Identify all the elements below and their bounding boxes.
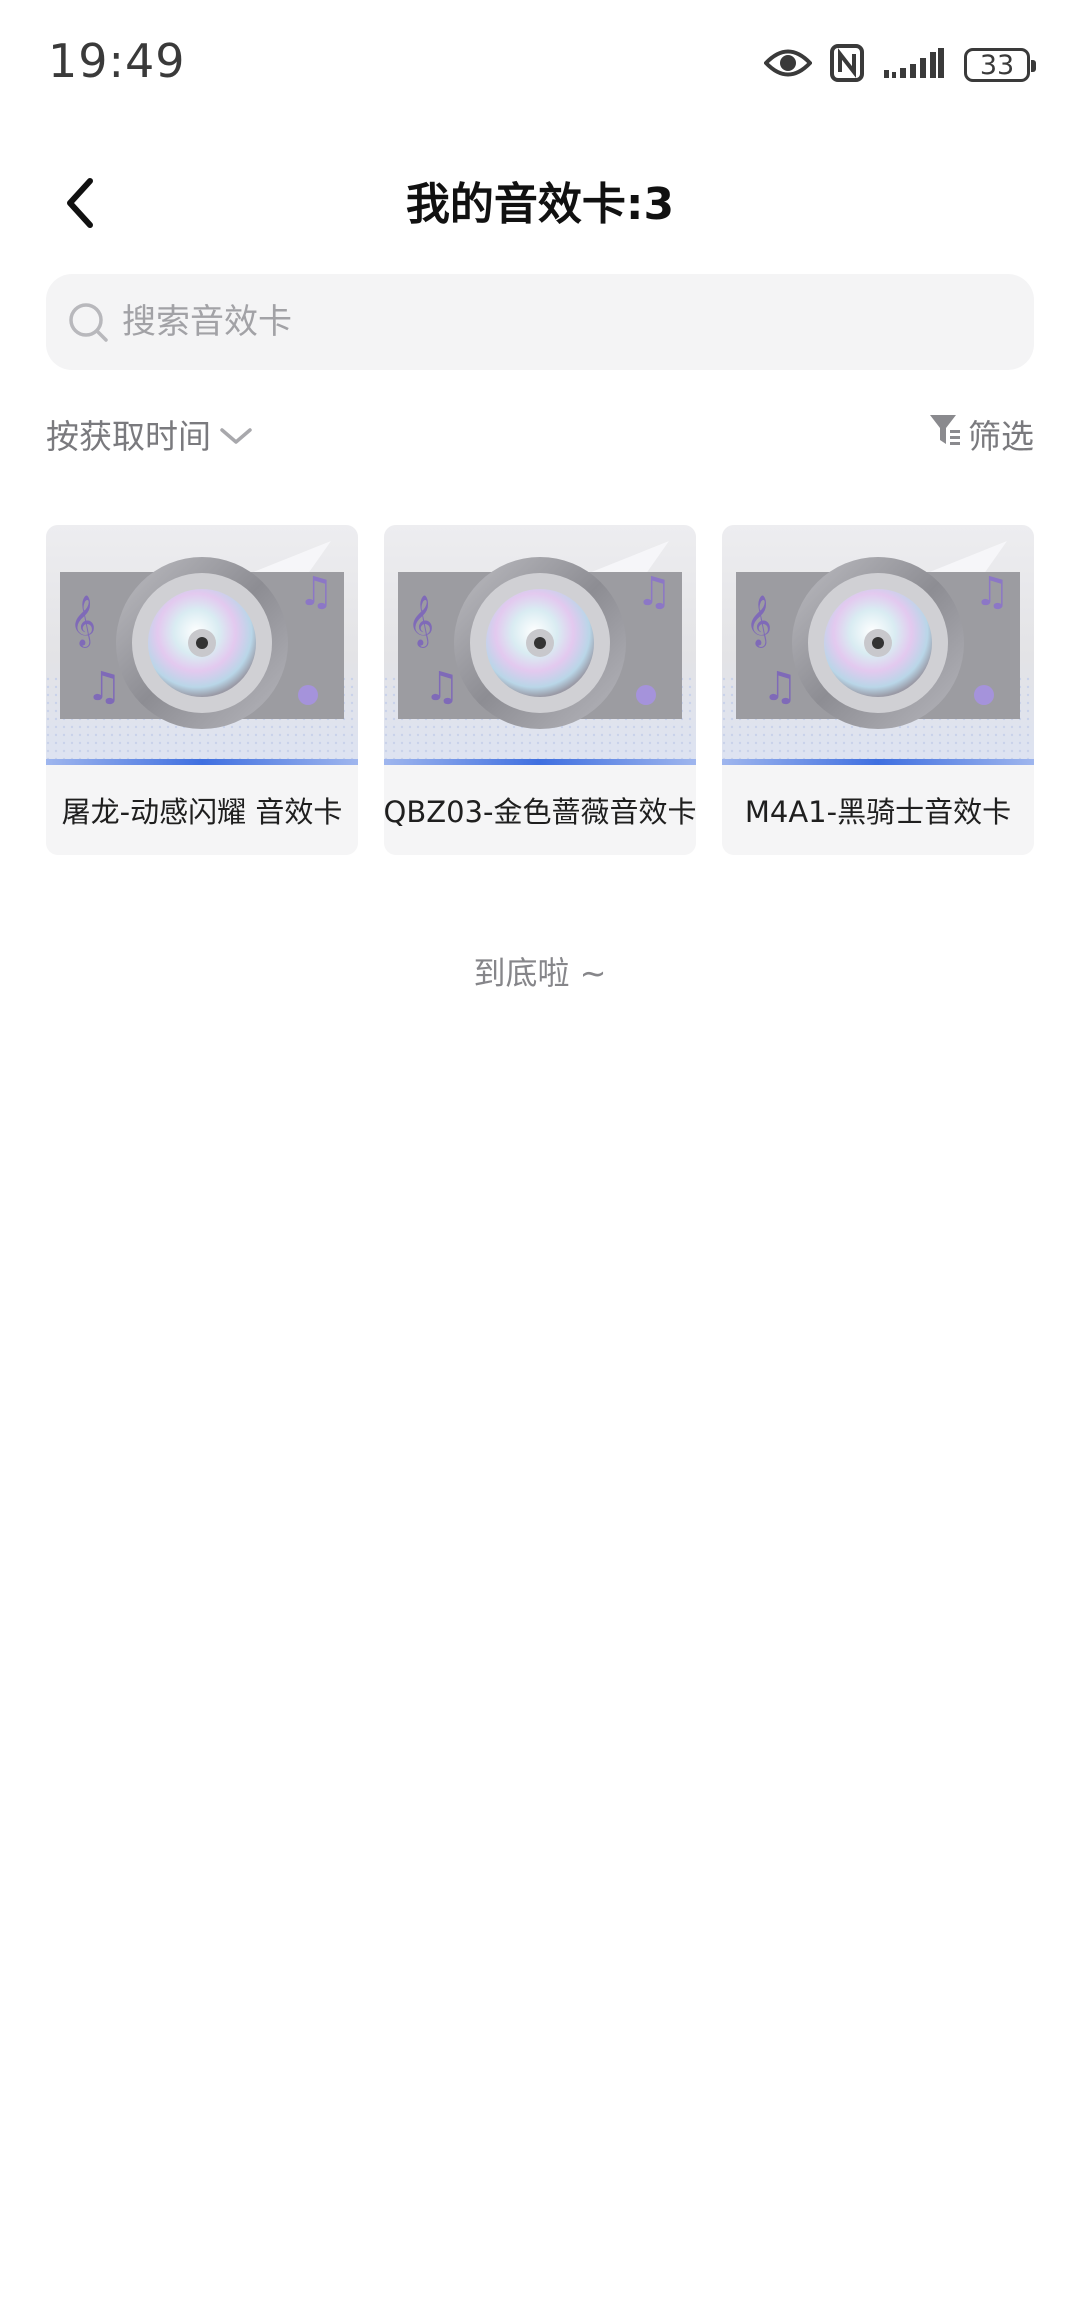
status-bar: 19:49 33 <box>0 0 1080 130</box>
chevron-down-icon <box>211 415 253 454</box>
status-time: 19:49 <box>48 34 186 88</box>
battery-level: 33 <box>979 49 1015 81</box>
nfc-icon <box>830 44 864 86</box>
filter-button[interactable]: 筛选 <box>928 410 1034 458</box>
sort-dropdown[interactable]: 按获取时间 <box>46 410 253 458</box>
svg-text:𝄞: 𝄞 <box>408 595 434 648</box>
sound-card[interactable]: 𝄞 ♫ ♫ M4A1-黑骑士音效卡 <box>722 525 1034 855</box>
end-of-list-text: 到底啦 ~ <box>473 954 607 992</box>
sound-card[interactable]: 𝄞 ♫ ♫ QBZ03-金色蔷薇音效卡 <box>384 525 696 855</box>
search-input[interactable] <box>120 301 1034 343</box>
page-title: 我的音效卡:3 <box>405 179 675 230</box>
svg-text:𝄞: 𝄞 <box>70 595 96 648</box>
disc-speaker-image: 𝄞 ♫ ♫ <box>384 525 696 765</box>
sort-filter-row: 按获取时间 筛选 <box>46 410 1034 470</box>
disc-speaker-image: 𝄞 ♫ ♫ <box>46 525 358 765</box>
battery-icon: 33 <box>964 48 1036 82</box>
eye-icon <box>763 46 813 84</box>
sound-card[interactable]: 𝄞 ♫ ♫ 屠龙-动感闪耀 音效卡 <box>46 525 358 855</box>
card-label: 屠龙-动感闪耀 音效卡 <box>61 795 343 829</box>
svg-text:♫: ♫ <box>636 569 672 615</box>
search-icon <box>66 300 110 344</box>
header: 我的音效卡:3 <box>0 150 1080 260</box>
filter-label: 筛选 <box>968 417 1034 456</box>
filter-icon <box>928 412 968 456</box>
card-grid: 𝄞 ♫ ♫ 屠龙-动感闪耀 音效卡 𝄞 ♫ ♫ QBZ03-金色蔷薇音效卡 𝄞 … <box>46 525 1034 855</box>
svg-text:♫: ♫ <box>974 569 1010 615</box>
card-label: QBZ03-金色蔷薇音效卡 <box>384 795 696 829</box>
card-label: M4A1-黑骑士音效卡 <box>744 795 1012 829</box>
signal-icon <box>882 46 946 84</box>
svg-text:♫: ♫ <box>298 569 334 615</box>
svg-text:𝄞: 𝄞 <box>746 595 772 648</box>
sort-label: 按获取时间 <box>46 417 211 456</box>
status-icons: 33 <box>763 40 1036 90</box>
disc-speaker-image: 𝄞 ♫ ♫ <box>722 525 1034 765</box>
svg-text:♫: ♫ <box>86 664 122 710</box>
svg-text:♫: ♫ <box>762 664 798 710</box>
svg-text:♫: ♫ <box>424 664 460 710</box>
search-box[interactable] <box>46 274 1034 370</box>
